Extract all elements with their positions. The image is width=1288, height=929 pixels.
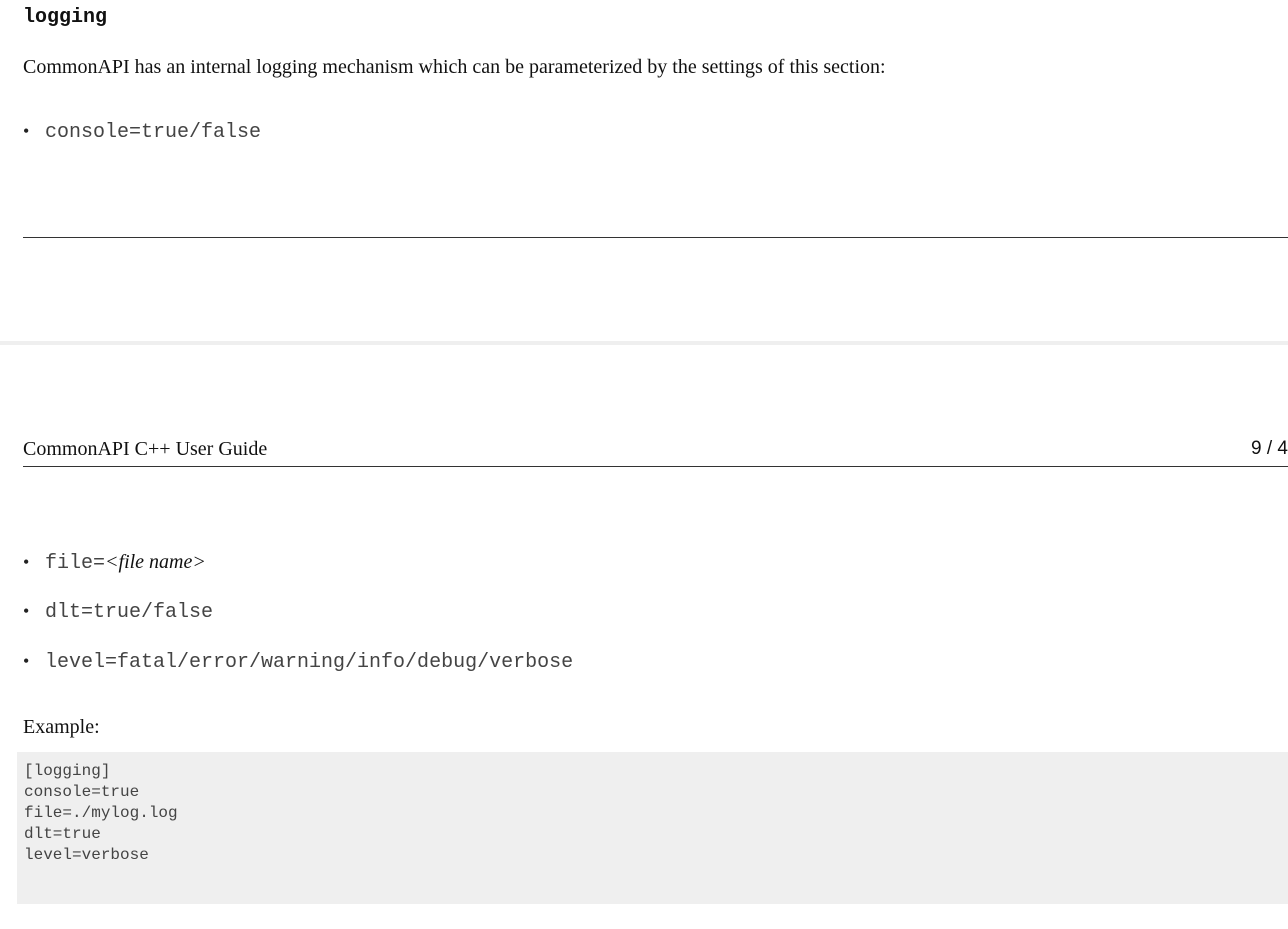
code-line: file=./mylog.log: [24, 804, 178, 822]
list-item-file: • file= <file name>: [23, 551, 206, 575]
list-item-dlt: • dlt=true/false: [23, 601, 213, 624]
example-label: Example:: [23, 716, 100, 738]
code-block: [logging] console=true file=./mylog.log …: [17, 752, 1288, 904]
list-item-placeholder: <file name>: [105, 551, 206, 573]
page-break: [0, 341, 1288, 345]
code-line: dlt=true: [24, 825, 101, 843]
bullet-marker: •: [23, 651, 30, 671]
code-line: level=verbose: [24, 846, 149, 864]
list-item-console: • console=true/false: [23, 121, 261, 144]
list-item-code: level=fatal/error/warning/info/debug/ver…: [45, 651, 574, 674]
page-number: 9 / 4: [1251, 438, 1288, 459]
intro-paragraph: CommonAPI has an internal logging mechan…: [23, 56, 886, 78]
list-item-level: • level=fatal/error/warning/info/debug/v…: [23, 651, 573, 674]
bullet-marker: •: [23, 552, 30, 572]
section-title: logging: [23, 6, 108, 29]
section-divider: [23, 237, 1288, 238]
code-line: console=true: [24, 783, 140, 801]
running-header: CommonAPI C++ User Guide 9 / 4: [23, 436, 1288, 467]
code-line: [logging]: [24, 762, 111, 780]
list-item-code: console=true/false: [45, 121, 262, 144]
list-item-code: dlt=true/false: [45, 601, 214, 624]
document-title: CommonAPI C++ User Guide: [23, 438, 268, 460]
list-item-code: file=: [45, 552, 106, 575]
bullet-marker: •: [23, 601, 30, 621]
bullet-marker: •: [23, 121, 30, 141]
